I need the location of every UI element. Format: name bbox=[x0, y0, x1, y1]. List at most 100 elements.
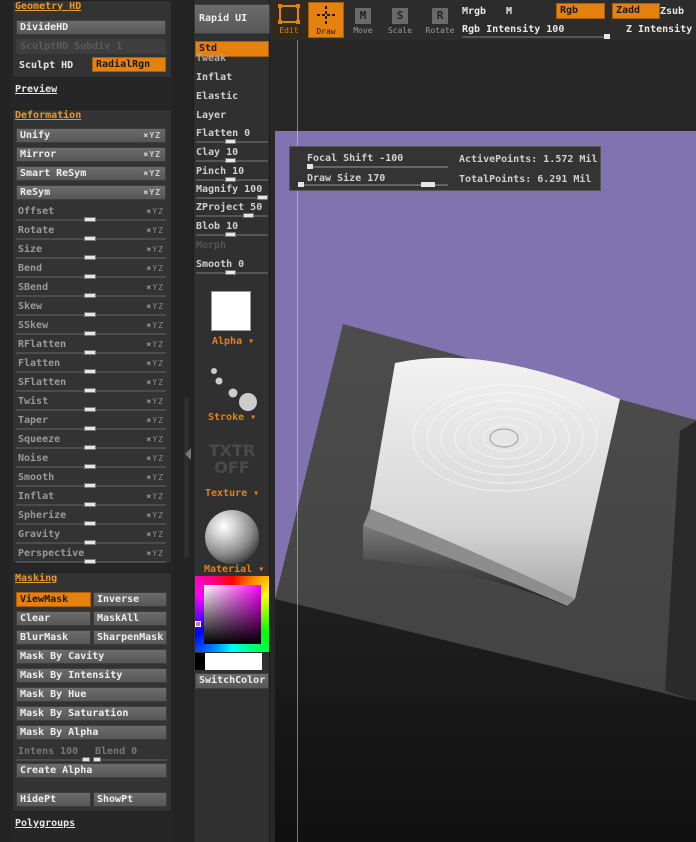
tweak-brush[interactable]: Tweak bbox=[195, 51, 269, 70]
flatten-slider[interactable]: Flatten ✖YZ bbox=[16, 356, 166, 375]
mirror-button[interactable]: Mirror ✖YZ bbox=[16, 147, 166, 162]
masking-title[interactable]: Masking bbox=[15, 573, 57, 584]
mask-by-intensity-button[interactable]: Mask By Intensity bbox=[16, 668, 167, 683]
rflatten-slider[interactable]: RFlatten ✖YZ bbox=[16, 337, 166, 356]
radial-rgn-button[interactable]: RadialRgn bbox=[92, 57, 166, 72]
xyz-axis-icon[interactable]: ✖YZ bbox=[144, 167, 161, 180]
color-cursor[interactable] bbox=[195, 621, 201, 627]
alpha-picker[interactable]: Alpha ▾ bbox=[212, 336, 254, 347]
smart-resym-button[interactable]: Smart ReSym ✖YZ bbox=[16, 166, 166, 181]
pinch-brush[interactable]: Pinch 10 bbox=[195, 164, 269, 183]
flatten-brush[interactable]: Flatten 0 bbox=[195, 126, 269, 145]
xyz-axis-icon[interactable]: ✖YZ bbox=[147, 454, 164, 463]
clear-mask-button[interactable]: Clear bbox=[16, 611, 91, 626]
rapid-ui-button[interactable]: Rapid UI bbox=[194, 4, 270, 34]
slider-knob[interactable] bbox=[93, 757, 101, 762]
slider-knob[interactable] bbox=[84, 331, 96, 336]
xyz-axis-icon[interactable]: ✖YZ bbox=[144, 129, 161, 142]
material-picker[interactable]: Material ▾ bbox=[204, 564, 264, 575]
viewmask-button[interactable]: ViewMask bbox=[16, 592, 91, 607]
slider-knob[interactable] bbox=[84, 217, 96, 222]
deformation-title[interactable]: Deformation bbox=[15, 110, 81, 121]
inverse-button[interactable]: Inverse bbox=[93, 592, 167, 607]
xyz-axis-icon[interactable]: ✖YZ bbox=[147, 378, 164, 387]
xyz-axis-icon[interactable]: ✖YZ bbox=[147, 530, 164, 539]
slider-knob[interactable] bbox=[84, 464, 96, 469]
smooth-slider[interactable]: Smooth ✖YZ bbox=[16, 470, 166, 489]
draw-button[interactable]: Draw bbox=[308, 2, 344, 38]
noise-slider[interactable]: Noise ✖YZ bbox=[16, 451, 166, 470]
slider-knob[interactable] bbox=[84, 350, 96, 355]
spherize-slider[interactable]: Spherize ✖YZ bbox=[16, 508, 166, 527]
slider-knob[interactable] bbox=[225, 270, 236, 275]
material-sphere[interactable] bbox=[205, 510, 259, 564]
xyz-axis-icon[interactable]: ✖YZ bbox=[147, 207, 164, 216]
resym-button[interactable]: ReSym ✖YZ bbox=[16, 185, 166, 200]
zadd-button[interactable]: Zadd bbox=[612, 3, 660, 19]
squeeze-slider[interactable]: Squeeze ✖YZ bbox=[16, 432, 166, 451]
layer-brush[interactable]: Layer bbox=[195, 108, 269, 127]
skew-slider[interactable]: Skew ✖YZ bbox=[16, 299, 166, 318]
mask-by-cavity-button[interactable]: Mask By Cavity bbox=[16, 649, 167, 664]
xyz-axis-icon[interactable]: ✖YZ bbox=[147, 302, 164, 311]
perspective-slider[interactable]: Perspective ✖YZ bbox=[16, 546, 166, 565]
switch-color-button[interactable]: SwitchColor bbox=[195, 673, 269, 689]
xyz-axis-icon[interactable]: ✖YZ bbox=[147, 340, 164, 349]
xyz-axis-icon[interactable]: ✖YZ bbox=[144, 186, 161, 199]
blob-brush[interactable]: Blob 10 bbox=[195, 219, 269, 238]
sharpen-mask-button[interactable]: SharpenMask bbox=[93, 630, 167, 645]
slider-knob[interactable] bbox=[298, 182, 304, 187]
slider-knob[interactable] bbox=[84, 521, 96, 526]
scale-button[interactable]: S Scale bbox=[382, 2, 418, 38]
zproject-brush[interactable]: ZProject 50 bbox=[195, 200, 269, 219]
mrgb-button[interactable]: Mrgb bbox=[462, 6, 486, 17]
zsub-button[interactable]: Zsub bbox=[660, 6, 684, 17]
slider-knob[interactable] bbox=[84, 312, 96, 317]
size-slider[interactable]: Size ✖YZ bbox=[16, 242, 166, 261]
stroke-thumbnail[interactable] bbox=[205, 365, 260, 413]
slider-knob[interactable] bbox=[84, 274, 96, 279]
xyz-axis-icon[interactable]: ✖YZ bbox=[147, 511, 164, 520]
mask-by-hue-button[interactable]: Mask By Hue bbox=[16, 687, 167, 702]
unify-button[interactable]: Unify ✖YZ bbox=[16, 128, 166, 143]
smooth-brush[interactable]: Smooth 0 bbox=[195, 257, 269, 276]
morph-brush[interactable]: Morph bbox=[195, 238, 269, 257]
sculpt-hd-subdiv-slider[interactable]: SculptHD Subdiv 1 bbox=[16, 39, 166, 54]
inflat-slider[interactable]: Inflat ✖YZ bbox=[16, 489, 166, 508]
texture-picker[interactable]: Texture ▾ bbox=[205, 488, 259, 499]
panel-scrollbar[interactable] bbox=[184, 398, 189, 558]
secondary-color-swatch[interactable] bbox=[195, 653, 205, 670]
xyz-axis-icon[interactable]: ✖YZ bbox=[147, 321, 164, 330]
slider-knob[interactable] bbox=[243, 213, 254, 218]
sbend-slider[interactable]: SBend ✖YZ bbox=[16, 280, 166, 299]
taper-slider[interactable]: Taper ✖YZ bbox=[16, 413, 166, 432]
rgb-button[interactable]: Rgb bbox=[556, 3, 605, 19]
slider-knob[interactable] bbox=[84, 426, 96, 431]
xyz-axis-icon[interactable]: ✖YZ bbox=[147, 359, 164, 368]
xyz-axis-icon[interactable]: ✖YZ bbox=[147, 549, 164, 558]
slider-knob[interactable] bbox=[225, 232, 236, 237]
bend-slider[interactable]: Bend ✖YZ bbox=[16, 261, 166, 280]
create-alpha-button[interactable]: Create Alpha bbox=[16, 763, 167, 778]
slider-knob[interactable] bbox=[84, 369, 96, 374]
intens-slider[interactable]: Intens 100 bbox=[16, 744, 91, 763]
slider-knob[interactable] bbox=[84, 407, 96, 412]
xyz-axis-icon[interactable]: ✖YZ bbox=[147, 473, 164, 482]
slider-knob[interactable] bbox=[84, 293, 96, 298]
gravity-slider[interactable]: Gravity ✖YZ bbox=[16, 527, 166, 546]
rotate-slider[interactable]: Rotate ✖YZ bbox=[16, 223, 166, 242]
primary-color-swatch[interactable] bbox=[205, 653, 262, 670]
color-saturation-square[interactable] bbox=[204, 585, 261, 644]
sflatten-slider[interactable]: SFlatten ✖YZ bbox=[16, 375, 166, 394]
slider-knob[interactable] bbox=[307, 164, 313, 169]
slider-knob[interactable] bbox=[225, 139, 236, 144]
sskew-slider[interactable]: SSkew ✖YZ bbox=[16, 318, 166, 337]
texture-off-thumbnail[interactable]: TXTR OFF bbox=[206, 442, 258, 476]
show-pt-button[interactable]: ShowPt bbox=[93, 792, 167, 807]
mask-by-alpha-button[interactable]: Mask By Alpha bbox=[16, 725, 167, 740]
hide-pt-button[interactable]: HidePt bbox=[16, 792, 91, 807]
slider-knob[interactable] bbox=[84, 502, 96, 507]
focal-shift-slider[interactable]: Focal Shift -100 bbox=[298, 152, 448, 171]
slider-knob[interactable] bbox=[84, 388, 96, 393]
rgb-intensity-slider[interactable]: Rgb Intensity 100 bbox=[462, 24, 610, 40]
